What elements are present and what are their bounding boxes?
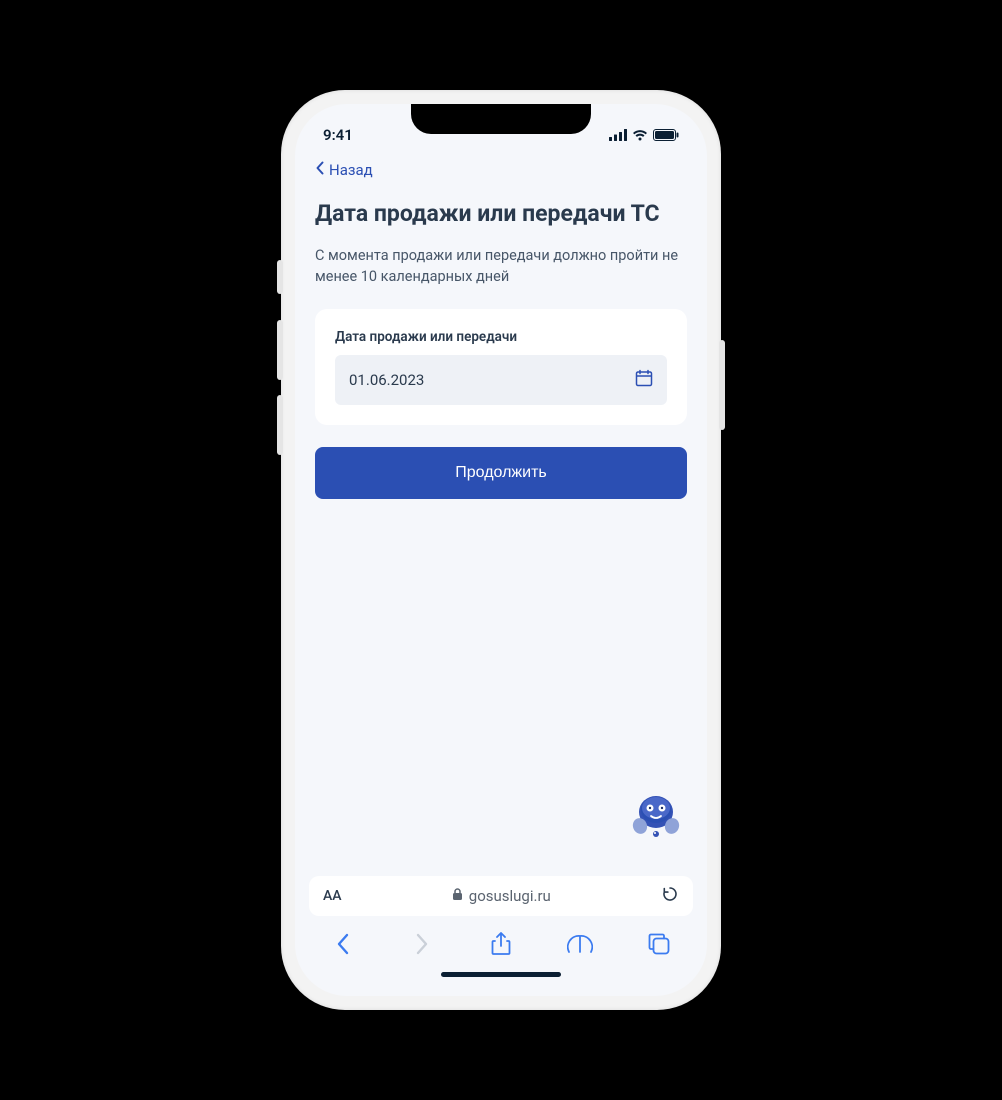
phone-frame: 9:41 — [281, 90, 721, 1010]
url-display: gosuslugi.ru — [354, 887, 649, 905]
page-content: Назад Дата продажи или передачи ТС С мом… — [295, 152, 707, 868]
continue-button[interactable]: Продолжить — [315, 447, 687, 499]
notch — [411, 104, 591, 134]
phone-volume-up — [277, 320, 283, 380]
signal-icon — [609, 129, 627, 141]
screen: 9:41 — [295, 104, 707, 996]
reload-button[interactable] — [661, 885, 679, 907]
browser-toolbar — [295, 916, 707, 972]
page-subtitle: С момента продажи или передачи должно пр… — [315, 245, 687, 287]
date-field-label: Дата продажи или передачи — [335, 329, 667, 345]
browser-forward-button[interactable] — [409, 931, 435, 957]
url-bar[interactable]: AА gosuslugi.ru — [309, 876, 693, 916]
phone-power-button — [719, 340, 725, 430]
browser-back-button[interactable] — [330, 931, 356, 957]
back-button[interactable]: Назад — [315, 161, 373, 179]
battery-icon — [653, 129, 679, 141]
page-title: Дата продажи или передачи ТС — [315, 199, 687, 229]
wifi-icon — [632, 129, 648, 141]
home-indicator[interactable] — [295, 972, 707, 996]
url-text: gosuslugi.ru — [469, 887, 551, 905]
bookmarks-button[interactable] — [567, 931, 593, 957]
phone-mute-switch — [277, 260, 283, 294]
date-value: 01.06.2023 — [349, 371, 424, 389]
url-bar-container: AА gosuslugi.ru — [295, 868, 707, 916]
status-time: 9:41 — [323, 126, 353, 144]
lock-icon — [452, 887, 463, 905]
phone-volume-down — [277, 395, 283, 455]
back-label: Назад — [329, 161, 373, 179]
date-card: Дата продажи или передачи 01.06.2023 — [315, 309, 687, 425]
calendar-icon — [635, 369, 653, 391]
tabs-button[interactable] — [646, 931, 672, 957]
chevron-left-icon — [315, 161, 325, 179]
text-size-button[interactable]: AА — [323, 888, 342, 904]
continue-label: Продолжить — [455, 464, 546, 481]
chatbot-button[interactable] — [625, 786, 687, 848]
share-button[interactable] — [488, 931, 514, 957]
date-input[interactable]: 01.06.2023 — [335, 355, 667, 405]
